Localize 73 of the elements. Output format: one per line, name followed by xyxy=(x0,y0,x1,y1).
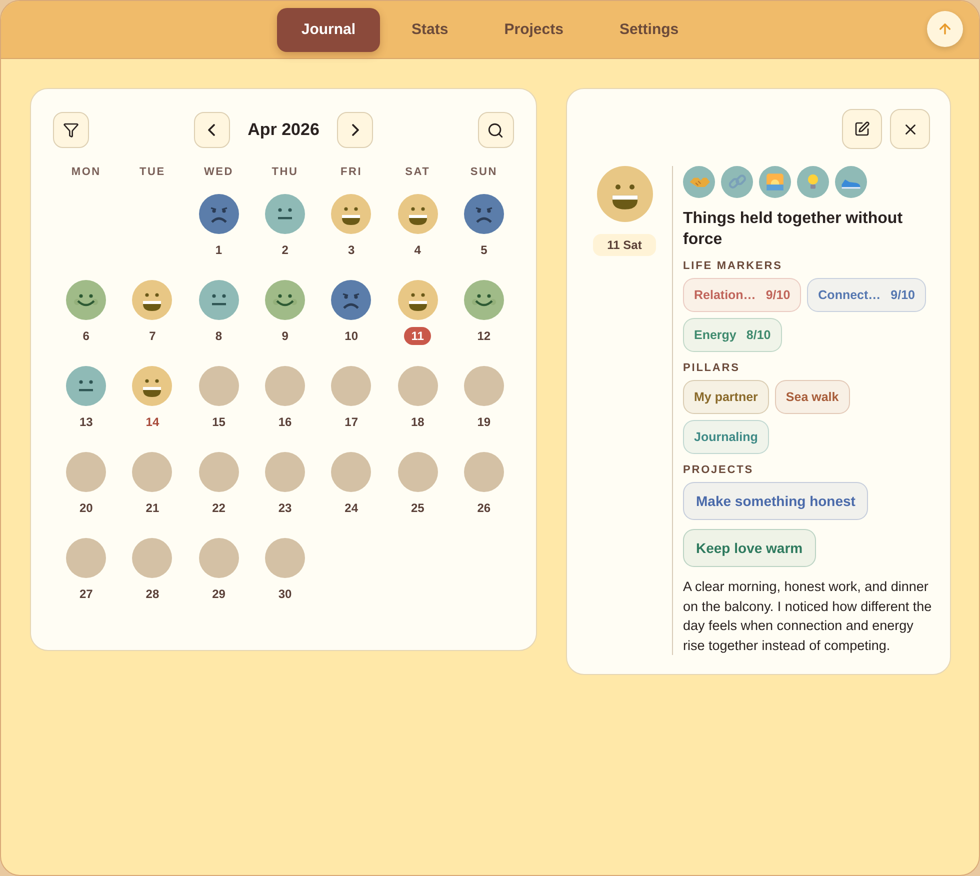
previous-month-button[interactable] xyxy=(194,112,230,148)
day-number[interactable]: 7 xyxy=(142,327,163,345)
shoe-icon xyxy=(835,166,867,198)
handshake-icon xyxy=(683,166,715,198)
day-number[interactable]: 3 xyxy=(340,241,362,259)
day-number[interactable]: 11 xyxy=(404,327,431,345)
day-number[interactable]: 26 xyxy=(470,499,498,517)
day-number[interactable]: 19 xyxy=(470,413,498,431)
sunrise-icon xyxy=(759,166,791,198)
filter-icon xyxy=(63,122,79,138)
day-number[interactable]: 27 xyxy=(72,585,100,603)
day-number[interactable]: 21 xyxy=(138,499,166,517)
entry-note: A clear morning, honest work, and dinner on the balcony. I noticed how different the day feels when connection and energy rise together instead of competing. xyxy=(683,578,933,655)
section-heading: PROJECTS xyxy=(683,464,754,476)
pillar-tag: My partner xyxy=(683,380,769,414)
filter-button[interactable] xyxy=(53,112,89,148)
project-tag: Keep love warm xyxy=(683,529,816,567)
day-number[interactable]: 17 xyxy=(338,413,366,431)
day-number[interactable]: 9 xyxy=(274,327,296,345)
day-number[interactable]: 16 xyxy=(271,413,299,431)
weekday-label: FRI xyxy=(340,166,364,180)
close-button[interactable] xyxy=(890,109,930,149)
day-number[interactable]: 5 xyxy=(474,241,494,259)
edit-icon xyxy=(854,121,870,137)
day-number[interactable]: 14 xyxy=(138,413,166,431)
weekday-label: MON xyxy=(70,166,102,180)
project-tag: Make something honest xyxy=(683,482,868,520)
edit-button[interactable] xyxy=(842,109,882,149)
search-icon xyxy=(487,122,504,138)
day-number[interactable]: 25 xyxy=(404,499,432,517)
weekday-label: THU xyxy=(270,166,300,180)
search-button[interactable] xyxy=(478,112,514,148)
weekday-label: SUN xyxy=(469,166,498,180)
nav-tab[interactable]: Projects xyxy=(480,8,588,52)
day-number[interactable]: 30 xyxy=(271,585,299,603)
day-number[interactable]: 15 xyxy=(205,413,232,431)
arrow-up-icon xyxy=(937,21,953,37)
entry-date: 11 Sat xyxy=(593,234,656,256)
day-number[interactable]: 4 xyxy=(407,241,428,259)
pillar-tag: Journaling xyxy=(683,420,769,454)
weekday-label: WED xyxy=(202,166,235,180)
section-heading: PILLARS xyxy=(683,362,741,374)
day-number[interactable]: 29 xyxy=(205,585,232,603)
day-number[interactable]: 1 xyxy=(208,241,230,259)
day-number[interactable]: 12 xyxy=(470,327,498,345)
section-heading: LIFE MARKERS xyxy=(683,260,784,272)
nav-tab[interactable]: Stats xyxy=(388,8,472,52)
life-marker-tag: Energy 8/10 xyxy=(683,318,782,352)
day-number[interactable]: 23 xyxy=(271,499,299,517)
day-number[interactable]: 20 xyxy=(72,499,100,517)
day-number[interactable]: 8 xyxy=(208,327,230,345)
nav-tab[interactable]: Settings xyxy=(595,8,703,52)
day-number[interactable]: 10 xyxy=(338,327,366,345)
day-number[interactable]: 2 xyxy=(274,241,296,259)
day-number[interactable]: 28 xyxy=(138,585,166,603)
day-number[interactable]: 13 xyxy=(72,413,100,431)
day-number[interactable]: 18 xyxy=(404,413,432,431)
life-marker-tag: Connect… 9/10 xyxy=(807,278,926,312)
entry-title: Things held together without force xyxy=(683,209,904,250)
next-month-button[interactable] xyxy=(337,112,374,148)
weekday-label: TUE xyxy=(138,166,166,180)
chevron-right-icon xyxy=(352,124,359,136)
chevron-left-icon xyxy=(208,124,216,136)
nav-tab[interactable]: Journal xyxy=(277,8,380,52)
link-icon xyxy=(721,166,753,198)
weekday-label: SAT xyxy=(404,166,432,180)
day-number[interactable]: 22 xyxy=(205,499,232,517)
pillar-tag: Sea walk xyxy=(774,380,850,414)
month-title: Apr 2026 xyxy=(248,120,320,140)
day-number[interactable]: 6 xyxy=(76,327,96,345)
day-number[interactable]: 24 xyxy=(338,499,366,517)
bulb-icon xyxy=(797,166,829,198)
life-marker-tag: Relation… 9/10 xyxy=(683,278,802,312)
